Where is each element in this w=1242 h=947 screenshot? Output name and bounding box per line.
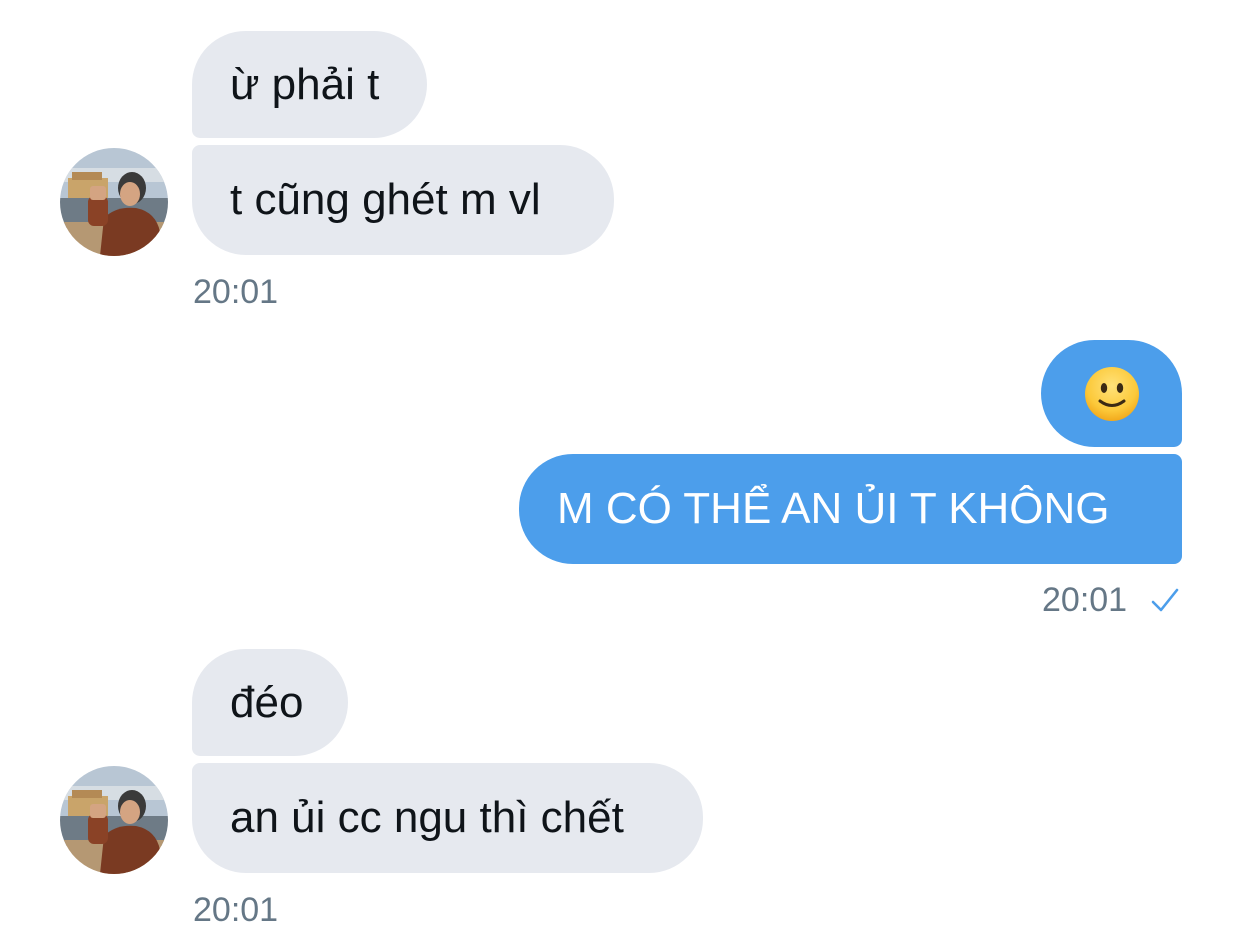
incoming-message[interactable]: an ủi cc ngu thì chết	[192, 763, 703, 873]
message-text: M CÓ THỂ AN ỦI T KHÔNG	[557, 484, 1110, 533]
incoming-message[interactable]: ừ phải t	[192, 31, 427, 138]
outgoing-emoji-message[interactable]	[1041, 340, 1182, 447]
outgoing-message[interactable]: M CÓ THỂ AN ỦI T KHÔNG	[519, 454, 1182, 564]
timestamp: 20:01	[1042, 581, 1128, 619]
message-text: t cũng ghét m vl	[230, 175, 541, 224]
incoming-message[interactable]: đéo	[192, 649, 348, 756]
timestamp: 20:01	[193, 273, 279, 311]
checkmark-icon	[1151, 588, 1179, 612]
contact-avatar[interactable]	[60, 148, 168, 256]
avatar-photo-icon	[60, 148, 168, 256]
message-text: an ủi cc ngu thì chết	[230, 793, 624, 842]
timestamp: 20:01	[193, 891, 279, 929]
contact-avatar[interactable]	[60, 766, 168, 874]
avatar-photo-icon	[60, 766, 168, 874]
slightly-smiling-face-icon	[1084, 366, 1139, 421]
incoming-message[interactable]: t cũng ghét m vl	[192, 145, 614, 255]
message-text: ừ phải t	[230, 59, 380, 109]
message-text: đéo	[230, 677, 304, 727]
